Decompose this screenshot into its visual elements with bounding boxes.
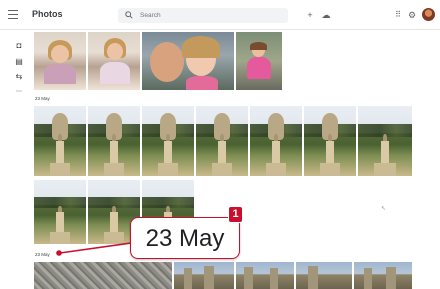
photo-aerial[interactable] (34, 262, 172, 289)
date-callout: 23 May (130, 217, 240, 259)
photo-statue[interactable] (250, 106, 302, 176)
photo-statue[interactable] (196, 106, 248, 176)
search-box[interactable] (118, 8, 288, 23)
add-icon[interactable]: + (304, 9, 316, 21)
top-bar: Photos + ☁ ⠿ ⚙ (0, 0, 440, 30)
step-badge: 1 (228, 206, 243, 223)
apps-grid-icon[interactable]: ⠿ (392, 9, 404, 21)
section-date: 23 May (35, 252, 50, 257)
sharing-icon[interactable]: ⇆ (14, 72, 24, 82)
search-input[interactable] (140, 10, 280, 21)
albums-icon[interactable]: ▤ (14, 57, 24, 67)
photo-statue[interactable] (34, 180, 86, 244)
photo-girl-pink[interactable] (236, 32, 282, 90)
search-icon[interactable] (125, 11, 133, 19)
pointer-marker: ↖ (381, 206, 387, 212)
photo-girl-cup[interactable] (88, 32, 140, 90)
photo-girl-table[interactable] (34, 32, 86, 90)
photo-statue[interactable] (358, 106, 412, 176)
menu-icon[interactable] (8, 10, 18, 19)
photos-icon[interactable]: ◘ (14, 41, 24, 51)
photo-selfie[interactable] (142, 32, 234, 90)
upload-icon[interactable]: ☁ (320, 9, 332, 21)
photo-abbey[interactable] (296, 262, 352, 289)
photo-abbey[interactable] (354, 262, 412, 289)
more-icon[interactable]: ⋯ (14, 87, 24, 97)
photo-statue[interactable] (304, 106, 356, 176)
account-avatar[interactable] (422, 8, 435, 21)
settings-icon[interactable]: ⚙ (406, 9, 418, 21)
photo-abbey[interactable] (236, 262, 294, 289)
callout-text: 23 May (145, 225, 225, 252)
section-date: 23 May (35, 96, 50, 101)
photo-statue[interactable] (34, 106, 86, 176)
photo-abbey[interactable] (174, 262, 234, 289)
photo-statue[interactable] (142, 106, 194, 176)
app-title: Photos (32, 9, 63, 19)
photo-statue[interactable] (88, 106, 140, 176)
